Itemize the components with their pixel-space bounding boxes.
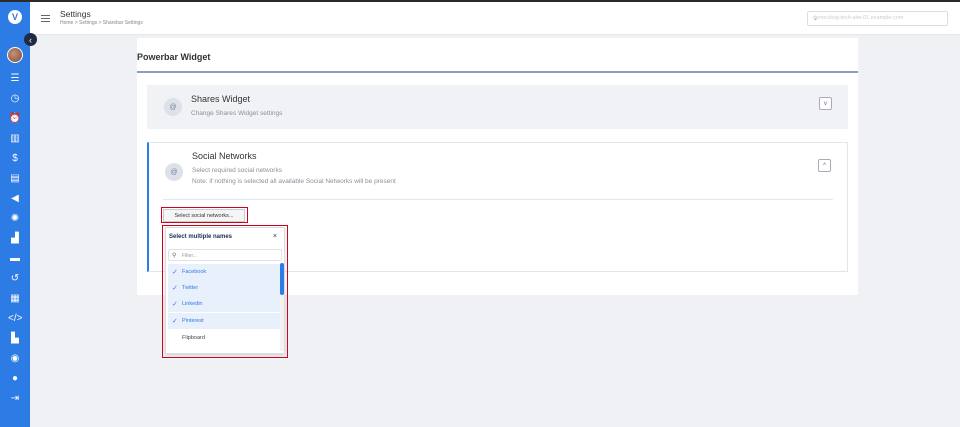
chart-icon[interactable]: ▟: [8, 233, 22, 245]
dollar-icon[interactable]: $: [8, 153, 22, 165]
id-card-icon[interactable]: ▤: [8, 173, 22, 185]
sidebar: V ☰ ◷ ⏰ ▥ $ ▤ ◀ ✺ ▟ ▬ ↺ ▦ </> ▙ ◉ ● ⇥: [0, 2, 30, 427]
book-icon[interactable]: ▥: [8, 133, 22, 145]
expand-shares-widget-button[interactable]: v: [819, 97, 832, 110]
avatar[interactable]: [7, 47, 23, 63]
page-title: Settings: [60, 9, 91, 19]
support-icon[interactable]: ◉: [8, 353, 22, 365]
clock-icon[interactable]: ◷: [8, 93, 22, 105]
history-icon[interactable]: ↺: [8, 273, 22, 285]
social-card-divider: [163, 199, 833, 200]
shares-widget-title: Shares Widget: [191, 94, 251, 104]
at-icon: @: [165, 163, 183, 181]
highlight-dropdown: [162, 225, 288, 358]
app-logo[interactable]: V: [8, 10, 22, 24]
collapse-sidebar-icon[interactable]: ‹: [24, 33, 37, 46]
at-icon: @: [164, 98, 182, 116]
card-icon[interactable]: ▬: [8, 253, 22, 265]
list-icon[interactable]: ☰: [8, 73, 22, 85]
panel-title: Powerbar Widget: [137, 52, 211, 62]
megaphone-icon[interactable]: ◀: [8, 193, 22, 205]
chevron-down-icon: ⌄: [813, 16, 819, 22]
top-header: Settings Home > Settings > Sharebar Sett…: [30, 2, 960, 35]
social-networks-title: Social Networks: [192, 151, 257, 161]
panel-divider: [137, 71, 858, 73]
chat-icon[interactable]: ●: [8, 373, 22, 385]
social-networks-subtitle: Select required social networks: [192, 167, 282, 174]
site-select[interactable]: demo.blog-tech-site-01.example.com ⌄: [807, 11, 948, 26]
gear-icon[interactable]: ✺: [8, 213, 22, 225]
menu-icon[interactable]: [41, 15, 50, 22]
code-icon[interactable]: </>: [8, 313, 22, 325]
shares-widget-subtitle: Change Shares Widget settings: [191, 110, 283, 117]
widget-icon[interactable]: ▦: [8, 293, 22, 305]
social-networks-note: Note: if nothing is selected all availab…: [192, 178, 396, 185]
collapse-social-networks-button[interactable]: ^: [818, 159, 831, 172]
library-icon[interactable]: ▙: [8, 333, 22, 345]
alarm-icon[interactable]: ⏰: [8, 113, 22, 125]
highlight-select-button: [161, 207, 248, 223]
shares-widget-card[interactable]: @ Shares Widget Change Shares Widget set…: [147, 85, 848, 129]
logout-icon[interactable]: ⇥: [8, 393, 22, 405]
breadcrumb[interactable]: Home > Settings > Sharebar Settings: [60, 20, 143, 26]
